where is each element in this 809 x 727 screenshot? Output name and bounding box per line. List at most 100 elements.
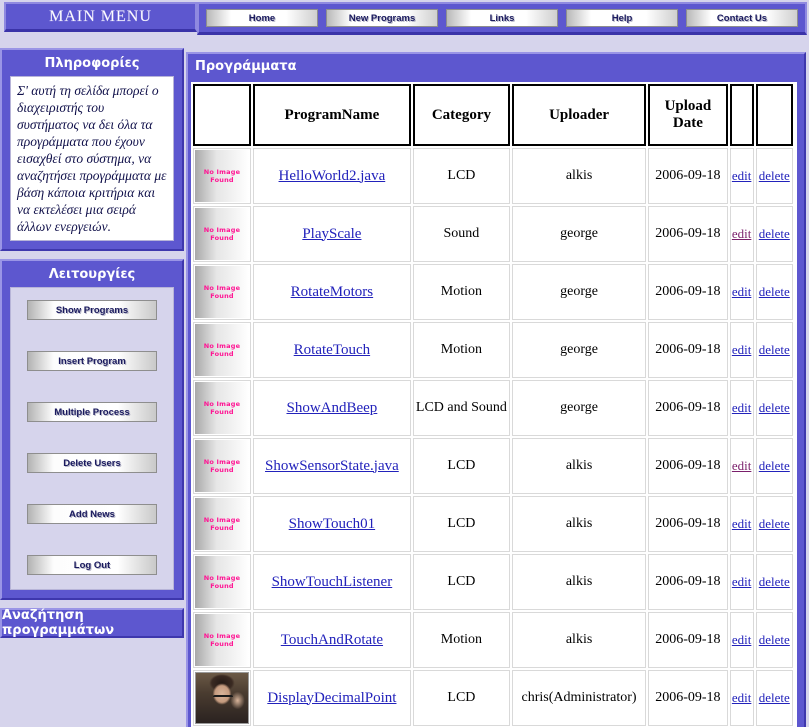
program-category-cell: Motion (412, 612, 511, 668)
no-image-line-2: Found (210, 582, 234, 590)
program-name-link[interactable]: PlayScale (302, 226, 361, 242)
table-row: No Image Found ShowTouch01 LCD alkis 2006-09-… (193, 496, 793, 552)
col-category: Category (412, 84, 511, 146)
nav-contact-us[interactable]: Contact Us (686, 9, 798, 27)
program-thumbnail-cell: No Image Found (193, 380, 251, 436)
left-sidebar: Πληροφορίες Σ' αυτή τη σελίδα μπορεί ο δ… (0, 48, 184, 727)
broken-image-icon: No Image Found (195, 556, 249, 608)
program-delete-cell: delete (755, 670, 793, 726)
edit-link[interactable]: edit (732, 690, 752, 705)
program-edit-cell: edit (729, 496, 754, 552)
programs-table-head: ProgramName Category Uploader Upload Date (193, 84, 793, 146)
delete-link[interactable]: delete (759, 632, 790, 647)
program-name-cell: RotateTouch (253, 322, 411, 378)
delete-link[interactable]: delete (759, 342, 790, 357)
no-image-line-2: Found (210, 234, 234, 242)
programs-table-body: No Image Found HelloWorld2.java LCD alkis 200… (193, 148, 793, 727)
sidebar-button-insert-program[interactable]: Insert Program (27, 351, 157, 371)
col-edit (729, 84, 754, 146)
table-row: No Image Found ShowTouchListener LCD alkis 20… (193, 554, 793, 610)
delete-link[interactable]: delete (759, 516, 790, 531)
program-delete-cell: delete (755, 148, 793, 204)
program-name-link[interactable]: HelloWorld2.java (279, 168, 386, 184)
program-thumbnail-cell: No Image Found (193, 612, 251, 668)
program-name-cell: ShowTouch01 (253, 496, 411, 552)
delete-link[interactable]: delete (759, 168, 790, 183)
program-name-link[interactable]: ShowSensorState.java (265, 458, 399, 474)
program-edit-cell: edit (729, 206, 754, 262)
program-edit-cell: edit (729, 438, 754, 494)
search-panel-title: Αναζήτηση προγραμμάτων (2, 608, 115, 638)
info-panel-body: Σ' αυτή τη σελίδα μπορεί ο διαχειριστής … (10, 76, 174, 241)
edit-link[interactable]: edit (732, 574, 752, 589)
no-image-line-2: Found (210, 292, 234, 300)
col-program-name: ProgramName (253, 84, 411, 146)
program-category-cell: LCD (412, 496, 511, 552)
sidebar-button-show-programs[interactable]: Show Programs (27, 300, 157, 320)
delete-link[interactable]: delete (759, 226, 790, 241)
delete-link[interactable]: delete (759, 400, 790, 415)
program-uploader-cell: alkis (512, 496, 647, 552)
program-edit-cell: edit (729, 322, 754, 378)
nav-new-programs[interactable]: New Programs (326, 9, 438, 27)
program-edit-cell: edit (729, 612, 754, 668)
edit-link[interactable]: edit (732, 284, 752, 299)
program-upload-date-cell: 2006-09-18 (648, 670, 728, 726)
table-row: No Image Found PlayScale Sound george 2006-09… (193, 206, 793, 262)
program-name-link[interactable]: ShowTouchListener (272, 574, 393, 590)
program-name-link[interactable]: ShowTouch01 (289, 516, 375, 532)
edit-link[interactable]: edit (732, 168, 752, 183)
program-name-cell: DisplayDecimalPoint (253, 670, 411, 726)
delete-link[interactable]: delete (759, 284, 790, 299)
broken-image-icon: No Image Found (195, 150, 249, 202)
main-menu-label: MAIN MENU (49, 7, 152, 25)
no-image-line-2: Found (210, 640, 234, 648)
delete-link[interactable]: delete (759, 690, 790, 705)
program-upload-date-cell: 2006-09-18 (648, 264, 728, 320)
sidebar-button-log-out[interactable]: Log Out (27, 555, 157, 575)
program-uploader-cell: alkis (512, 438, 647, 494)
no-image-line-1: No Image (203, 632, 241, 640)
table-row: No Image Found HelloWorld2.java LCD alkis 200… (193, 148, 793, 204)
program-uploader-cell: george (512, 264, 647, 320)
program-category-cell: Sound (412, 206, 511, 262)
program-name-link[interactable]: TouchAndRotate (281, 632, 383, 648)
broken-image-icon: No Image Found (195, 440, 249, 492)
program-thumbnail-cell: No Image Found (193, 438, 251, 494)
nav-links[interactable]: Links (446, 9, 558, 27)
program-name-link[interactable]: DisplayDecimalPoint (267, 690, 396, 706)
no-image-line-1: No Image (203, 168, 241, 176)
programs-panel-title: Προγράμματα (195, 58, 297, 74)
broken-image-icon: No Image Found (195, 614, 249, 666)
program-category-cell: LCD (412, 438, 511, 494)
sidebar-button-add-news[interactable]: Add News (27, 504, 157, 524)
program-thumbnail-cell: No Image Found (193, 148, 251, 204)
program-name-link[interactable]: ShowAndBeep (286, 400, 377, 416)
programs-table-container[interactable]: ProgramName Category Uploader Upload Date N… (191, 82, 797, 727)
nav-help[interactable]: Help (566, 9, 678, 27)
no-image-line-1: No Image (203, 458, 241, 466)
program-name-link[interactable]: RotateTouch (294, 342, 370, 358)
nav-home[interactable]: Home (206, 9, 318, 27)
program-delete-cell: delete (755, 322, 793, 378)
edit-link[interactable]: edit (732, 458, 752, 473)
edit-link[interactable]: edit (732, 400, 752, 415)
program-name-cell: ShowAndBeep (253, 380, 411, 436)
program-name-link[interactable]: RotateMotors (291, 284, 374, 300)
edit-link[interactable]: edit (732, 632, 752, 647)
edit-link[interactable]: edit (732, 342, 752, 357)
broken-image-icon: No Image Found (195, 324, 249, 376)
no-image-line-1: No Image (203, 400, 241, 408)
main-menu-title-box: MAIN MENU (4, 2, 197, 32)
delete-link[interactable]: delete (759, 574, 790, 589)
delete-link[interactable]: delete (759, 458, 790, 473)
sidebar-button-delete-users[interactable]: Delete Users (27, 453, 157, 473)
sidebar-button-multiple-process[interactable]: Multiple Process (27, 402, 157, 422)
program-edit-cell: edit (729, 380, 754, 436)
broken-image-icon: No Image Found (195, 498, 249, 550)
program-category-cell: LCD (412, 554, 511, 610)
edit-link[interactable]: edit (732, 516, 752, 531)
program-delete-cell: delete (755, 554, 793, 610)
edit-link[interactable]: edit (732, 226, 752, 241)
program-thumbnail-cell: No Image Found (193, 206, 251, 262)
